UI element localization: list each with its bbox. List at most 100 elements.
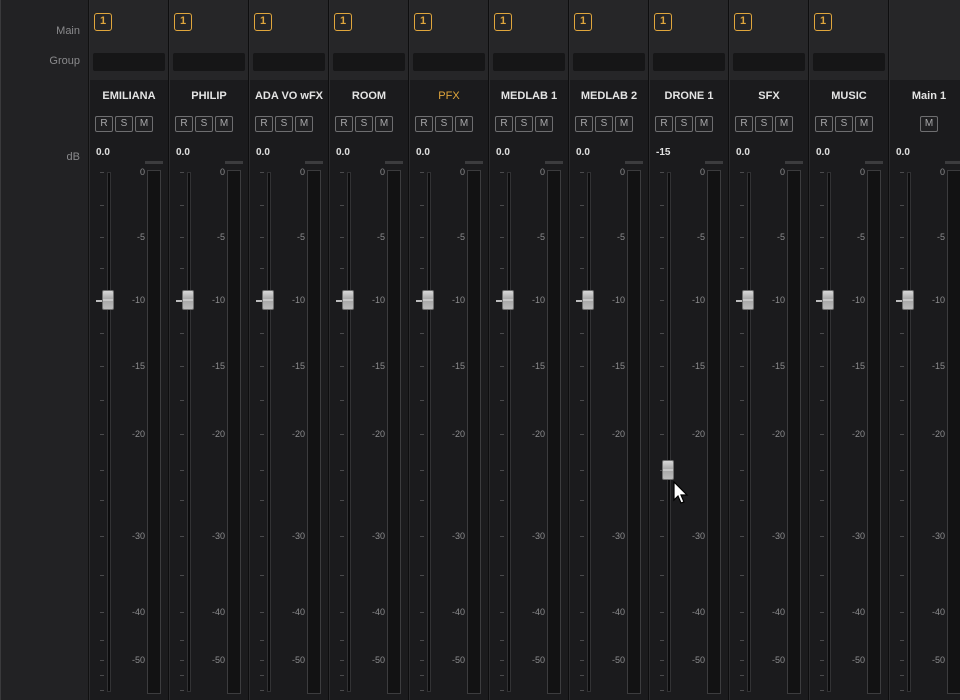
scale-tick-mark xyxy=(340,205,344,206)
fader-track[interactable] xyxy=(747,172,751,692)
fader-track[interactable] xyxy=(827,172,831,692)
fader-knob[interactable] xyxy=(102,290,114,310)
solo-button[interactable]: S xyxy=(195,116,213,132)
fader-knob[interactable] xyxy=(902,290,914,310)
record-arm-button[interactable]: R xyxy=(495,116,513,132)
scale-tick-label: -10 xyxy=(611,295,625,305)
scale-tick-mark xyxy=(500,536,504,537)
fader-knob[interactable] xyxy=(422,290,434,310)
fader-track[interactable] xyxy=(907,172,911,692)
group-assign-box[interactable] xyxy=(573,53,645,71)
main-assign-button[interactable]: 1 xyxy=(414,13,432,31)
main-assign-button[interactable]: 1 xyxy=(174,13,192,31)
scale-tick-label: -10 xyxy=(691,295,705,305)
scale-tick-mark xyxy=(340,690,344,691)
fader-knob-tab xyxy=(96,300,102,302)
solo-button[interactable]: S xyxy=(835,116,853,132)
main-assign-button[interactable]: 1 xyxy=(494,13,512,31)
solo-button[interactable]: S xyxy=(755,116,773,132)
record-arm-button[interactable]: R xyxy=(735,116,753,132)
fader-track[interactable] xyxy=(427,172,431,692)
main-assign-button[interactable]: 1 xyxy=(94,13,112,31)
main-assign-button[interactable]: 1 xyxy=(254,13,272,31)
fader-track[interactable] xyxy=(347,172,351,692)
scale-tick-mark xyxy=(820,172,824,173)
mute-button[interactable]: M xyxy=(855,116,873,132)
group-assign-box[interactable] xyxy=(813,53,885,71)
level-meter xyxy=(547,170,561,694)
scale-tick-label: -40 xyxy=(371,607,385,617)
scale-tick-label: -15 xyxy=(131,361,145,371)
fader-track[interactable] xyxy=(267,172,271,692)
fader-knob[interactable] xyxy=(262,290,274,310)
fader-track[interactable] xyxy=(107,172,111,692)
record-arm-button[interactable]: R xyxy=(655,116,673,132)
mute-button[interactable]: M xyxy=(695,116,713,132)
main-assign-button[interactable]: 1 xyxy=(574,13,592,31)
scale-tick-mark xyxy=(340,675,344,676)
fader-track[interactable] xyxy=(587,172,591,692)
rsm-button-group: RSM xyxy=(255,116,313,132)
channel-name: EMILIANA xyxy=(102,90,156,102)
mute-button[interactable]: M xyxy=(535,116,553,132)
group-assign-box[interactable] xyxy=(493,53,565,71)
record-arm-button[interactable]: R xyxy=(175,116,193,132)
scale-tick-label: -15 xyxy=(371,361,385,371)
group-assign-box[interactable] xyxy=(173,53,245,71)
channel-name: ROOM xyxy=(351,90,387,102)
record-arm-button[interactable]: R xyxy=(255,116,273,132)
main-assign-button[interactable]: 1 xyxy=(654,13,672,31)
scale-tick-mark xyxy=(180,268,184,269)
solo-button[interactable]: S xyxy=(675,116,693,132)
fader-knob[interactable] xyxy=(742,290,754,310)
scale-tick-label: -40 xyxy=(931,607,945,617)
group-assign-box[interactable] xyxy=(413,53,485,71)
main-assign-button[interactable]: 1 xyxy=(334,13,352,31)
record-arm-button[interactable]: R xyxy=(415,116,433,132)
level-meter xyxy=(947,170,960,694)
scale-tick-mark xyxy=(820,660,824,661)
level-meter xyxy=(867,170,881,694)
fader-track[interactable] xyxy=(187,172,191,692)
record-arm-button[interactable]: R xyxy=(95,116,113,132)
mute-button[interactable]: M xyxy=(615,116,633,132)
channel-name: PFX xyxy=(438,90,460,102)
scale-tick-label: 0 xyxy=(379,167,385,177)
scale-tick-mark xyxy=(340,400,344,401)
group-assign-box[interactable] xyxy=(253,53,325,71)
scale-tick-mark xyxy=(580,434,584,435)
record-arm-button[interactable]: R xyxy=(815,116,833,132)
record-arm-button[interactable]: R xyxy=(335,116,353,132)
record-arm-button[interactable]: R xyxy=(575,116,593,132)
mute-button[interactable]: M xyxy=(135,116,153,132)
fader-knob[interactable] xyxy=(582,290,594,310)
fader-track[interactable] xyxy=(667,172,671,692)
group-assign-box[interactable] xyxy=(93,53,165,71)
solo-button[interactable]: S xyxy=(275,116,293,132)
fader-knob[interactable] xyxy=(822,290,834,310)
mute-button[interactable]: M xyxy=(295,116,313,132)
solo-button[interactable]: S xyxy=(515,116,533,132)
mute-button[interactable]: M xyxy=(215,116,233,132)
fader-knob[interactable] xyxy=(342,290,354,310)
main-assign-button[interactable]: 1 xyxy=(814,13,832,31)
mute-button[interactable]: M xyxy=(375,116,393,132)
group-assign-box[interactable] xyxy=(653,53,725,71)
solo-button[interactable]: S xyxy=(355,116,373,132)
mute-button[interactable]: M xyxy=(775,116,793,132)
scale-tick-mark xyxy=(340,172,344,173)
group-assign-box[interactable] xyxy=(733,53,805,71)
mute-button[interactable]: M xyxy=(455,116,473,132)
fader-knob[interactable] xyxy=(502,290,514,310)
solo-button[interactable]: S xyxy=(595,116,613,132)
solo-button[interactable]: S xyxy=(115,116,133,132)
fader-knob[interactable] xyxy=(662,460,674,480)
main-assign-button[interactable]: 1 xyxy=(734,13,752,31)
solo-button[interactable]: S xyxy=(435,116,453,132)
fader-knob[interactable] xyxy=(182,290,194,310)
scale-tick-label: -20 xyxy=(211,429,225,439)
group-assign-box[interactable] xyxy=(333,53,405,71)
fader-track[interactable] xyxy=(507,172,511,692)
scale-tick-mark xyxy=(740,237,744,238)
mute-button[interactable]: M xyxy=(920,116,938,132)
